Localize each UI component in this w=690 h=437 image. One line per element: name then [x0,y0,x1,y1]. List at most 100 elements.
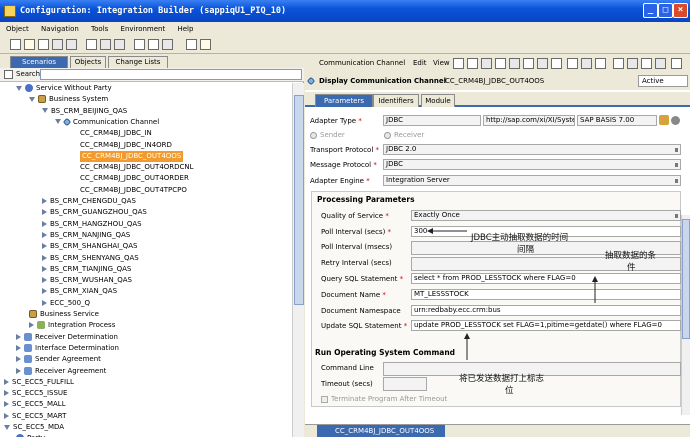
tree-item[interactable]: CC_CRM4BJ_JDBC_IN [80,128,152,139]
arrow-update-head [464,333,470,339]
tree-item[interactable]: Communication Channel [55,117,159,128]
tree-item[interactable]: Sender Agreement [16,354,101,365]
back-icon[interactable] [134,39,145,50]
new-icon[interactable] [10,39,21,50]
tree-item[interactable]: BS_CRM_XIAN_QAS [42,286,117,297]
expand-icon[interactable] [16,344,21,351]
copy-icon[interactable] [52,39,63,50]
expand-icon[interactable] [42,243,47,250]
expand-icon[interactable] [16,367,21,374]
tree-item[interactable]: ECC_500_Q [42,298,90,309]
tree-item[interactable]: BS_CRM_HANGZHOU_QAS [42,219,142,230]
tree-item-label: BS_CRM_GUANGZHOU_QAS [50,208,147,217]
delete-icon[interactable] [66,39,77,50]
tree-item[interactable]: Receiver Agreement [16,366,106,377]
tree-item[interactable]: Business Service [29,309,99,320]
tree-item[interactable]: BS_CRM_SHENYANG_QAS [42,253,139,264]
tree-item[interactable]: BS_CRM_NANJING_QAS [42,230,130,241]
tab-change-lists[interactable]: Change Lists [108,56,168,68]
activate-icon[interactable] [114,39,125,50]
tree-item-label: CC_CRM4BJ_JDBC_IN [80,129,152,138]
expand-icon[interactable] [4,378,9,385]
tree-item[interactable]: Integration Process [29,320,115,331]
tree-item[interactable]: BS_CRM_CHENGDU_QAS [42,196,136,207]
tree-item[interactable]: BS_CRM_GUANGZHOU_QAS [42,207,147,218]
menu-environment[interactable]: Environment [121,25,166,33]
tree-item[interactable]: SC_ECC5_MART [4,411,66,422]
menu-tools[interactable]: Tools [91,25,108,33]
tree-item-label: ECC_500_Q [50,298,91,307]
tree-item[interactable]: BS_CRM_TIANJING_QAS [42,264,131,275]
close-button[interactable]: × [673,3,688,18]
search-label: Search: [16,70,43,78]
expand-icon[interactable] [42,198,47,204]
tree-item-label: Service Without Party [36,84,112,92]
tree-item[interactable]: Party [16,433,45,437]
navigator-scrollbar[interactable] [292,83,304,437]
expand-icon[interactable] [42,277,47,284]
tab-objects[interactable]: Objects [70,56,106,68]
expand-icon[interactable] [42,209,47,216]
expand-icon[interactable] [42,299,47,306]
expand-icon[interactable] [29,322,34,329]
check-icon[interactable] [100,39,111,50]
collapse-icon[interactable] [55,119,61,125]
tree-item[interactable]: CC_CRM4BJ_JDBC_OUT4ORDCNL [80,162,194,173]
key-icon[interactable] [200,39,211,50]
determination-icon [24,343,32,352]
expand-icon[interactable] [16,356,21,363]
expand-icon[interactable] [4,401,9,408]
search-icon[interactable] [4,70,13,79]
main-toolbar [0,36,690,54]
tree-item[interactable]: CC_CRM4BJ_JDBC_OUT4OOS [80,150,184,162]
expand-icon[interactable] [4,412,9,419]
search-input[interactable] [40,69,302,80]
collapse-icon[interactable] [4,424,10,430]
display-icon[interactable] [162,39,173,50]
expand-icon[interactable] [42,220,47,227]
tree-item[interactable]: CC_CRM4BJ_JDBC_OUT4ORDER [80,173,189,184]
expand-icon[interactable] [42,288,47,295]
tree-item-label: CC_CRM4BJ_JDBC_OUT4ORDCNL [80,163,194,172]
tree-item[interactable]: Business System [29,94,108,105]
expand-icon[interactable] [42,265,47,272]
tree-item[interactable]: CC_CRM4BJ_JDBC_IN4ORD [80,140,172,151]
save-icon[interactable] [38,39,49,50]
open-object-tab[interactable]: CC_CRM4BJ_JDBC_OUT4OOS [317,425,445,437]
tree-item[interactable]: BS_CRM_BEIJING_QAS [42,106,127,117]
minimize-button[interactable]: _ [643,3,658,18]
expand-icon[interactable] [16,333,21,340]
tree-item-label: BS_CRM_WUSHAN_QAS [50,276,132,285]
expand-icon[interactable] [4,390,9,397]
forward-icon[interactable] [148,39,159,50]
open-icon[interactable] [24,39,35,50]
tree-item-label: BS_CRM_CHENGDU_QAS [50,197,136,205]
tree-item[interactable]: SC_ECC5_MALL [4,399,66,410]
tree-item[interactable]: BS_CRM_WUSHAN_QAS [42,275,132,286]
tree-item-label: CC_CRM4BJ_JDBC_OUT4TPCPO [80,185,187,194]
tree-item-label: Communication Channel [73,117,160,126]
maximize-button[interactable]: □ [658,3,673,18]
collapse-icon[interactable] [29,96,35,102]
expand-icon[interactable] [42,231,47,238]
scroll-thumb[interactable] [294,95,304,305]
tree-item[interactable]: SC_ECC5_MDA [4,422,64,433]
tree-item[interactable]: SC_ECC5_FULFILL [4,377,74,388]
menu-help[interactable]: Help [177,25,193,33]
settings-icon[interactable] [186,39,197,50]
tree-item[interactable]: BS_CRM_SHANGHAI_QAS [42,241,137,252]
expand-icon[interactable] [42,254,47,261]
tree-item-label: BS_CRM_BEIJING_QAS [51,106,128,115]
edit-icon[interactable] [86,39,97,50]
collapse-icon[interactable] [16,85,22,91]
menu-object[interactable]: Object [6,25,29,33]
tab-scenarios[interactable]: Scenarios [10,56,68,68]
tree-item[interactable]: Service Without Party [16,83,112,94]
tree-item[interactable]: CC_CRM4BJ_JDBC_OUT4TPCPO [80,185,187,196]
tree-item[interactable]: Interface Determination [16,343,119,354]
collapse-icon[interactable] [42,108,48,114]
tree-item[interactable]: Receiver Determination [16,332,118,343]
menu-navigation[interactable]: Navigation [41,25,79,33]
tree-item[interactable]: SC_ECC5_ISSUE [4,388,67,399]
object-tree: Service Without Party Business System BS_C… [0,83,292,437]
